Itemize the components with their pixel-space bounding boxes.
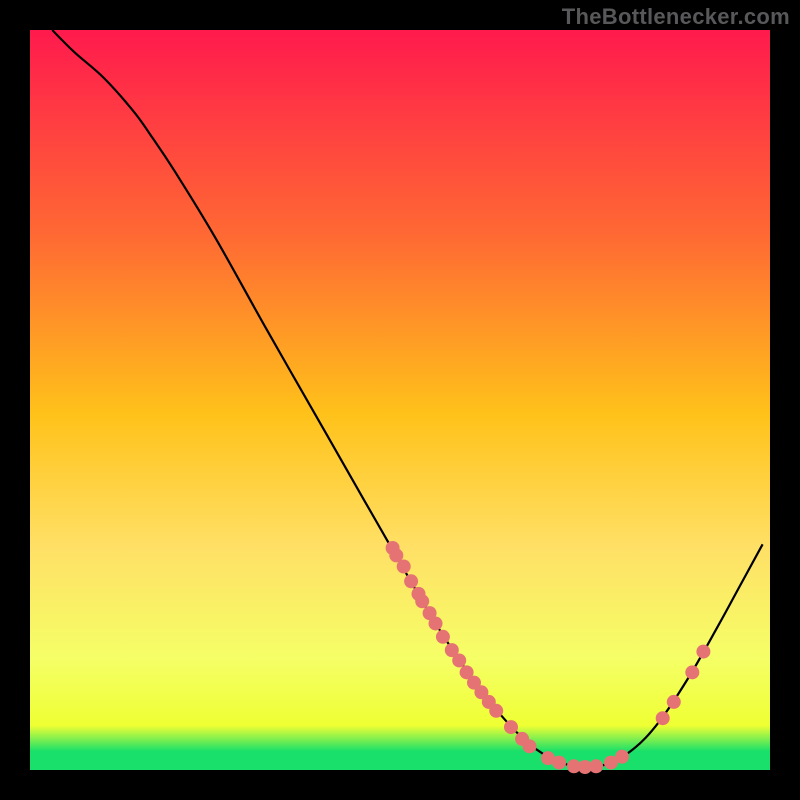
chart-frame: { "watermark": "TheBottlenecker.com", "c… [0, 0, 800, 800]
data-point [436, 630, 450, 644]
data-point [656, 711, 670, 725]
data-point [429, 616, 443, 630]
data-point [489, 704, 503, 718]
data-point [452, 653, 466, 667]
data-point [552, 756, 566, 770]
data-point [696, 645, 710, 659]
data-point [615, 750, 629, 764]
data-point [415, 594, 429, 608]
data-point [667, 695, 681, 709]
data-point [685, 665, 699, 679]
data-point [404, 574, 418, 588]
plot-background [30, 30, 770, 770]
data-point [589, 759, 603, 773]
data-point [504, 720, 518, 734]
data-point [523, 739, 537, 753]
bottleneck-chart [0, 0, 800, 800]
data-point [397, 560, 411, 574]
